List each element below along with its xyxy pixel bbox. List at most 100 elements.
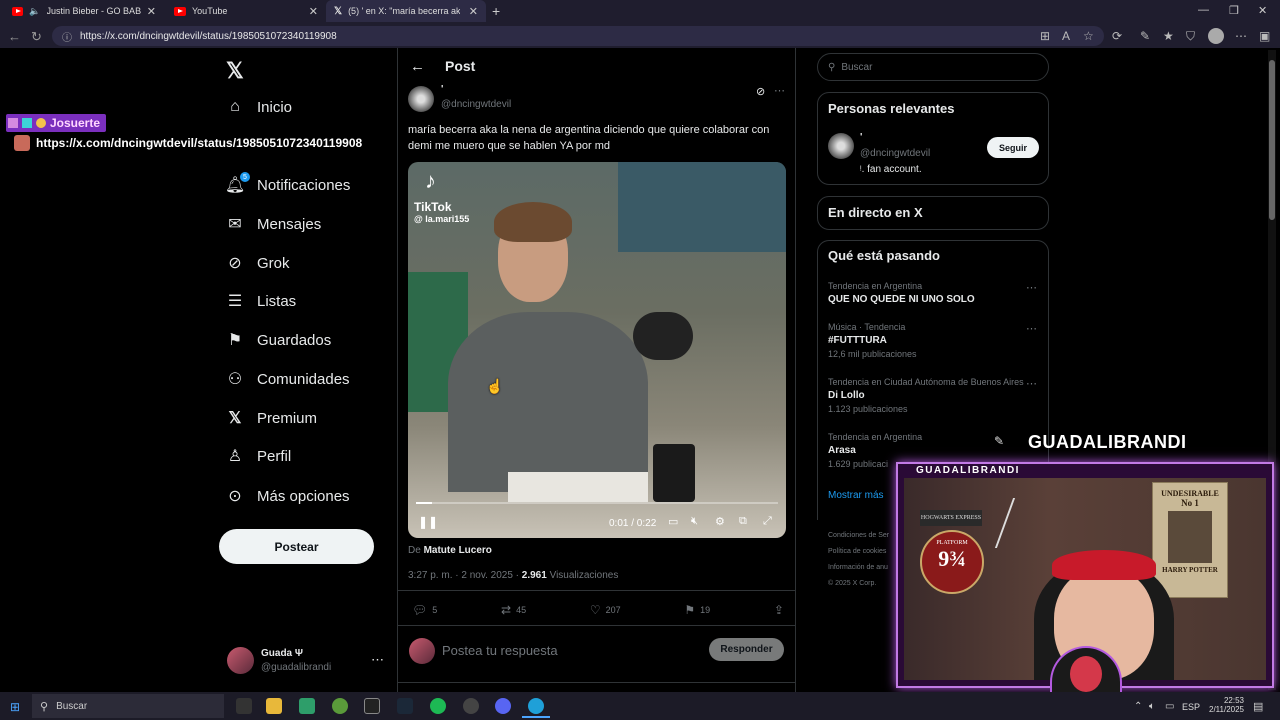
search-box[interactable]: ⚲ Buscar bbox=[817, 53, 1049, 81]
chevron-up-icon[interactable]: ⌃ bbox=[1134, 701, 1142, 712]
follow-button[interactable]: Seguir bbox=[987, 137, 1039, 158]
minimize-icon[interactable]: — bbox=[1198, 4, 1209, 16]
chat-avatar bbox=[14, 135, 30, 151]
author-name[interactable]: ' bbox=[441, 84, 443, 95]
new-tab-icon[interactable]: + bbox=[492, 3, 500, 19]
trend-item[interactable]: Música · Tendencia #FUTTTURA 12,6 mil pu… bbox=[828, 322, 1043, 359]
folder-icon[interactable] bbox=[266, 698, 282, 714]
refresh-icon[interactable]: ↻ bbox=[31, 29, 42, 45]
pip-icon[interactable]: ⧉ bbox=[739, 515, 747, 528]
scrollbar-thumb[interactable] bbox=[1269, 60, 1275, 220]
clock[interactable]: 22:53 2/11/2025 bbox=[1206, 696, 1244, 714]
address-bar[interactable]: ⓘ https://x.com/dncingwtdevil/status/198… bbox=[52, 26, 1104, 46]
edge-icon[interactable] bbox=[528, 698, 544, 714]
relevant-handle[interactable]: @dncingwtdevil bbox=[860, 148, 930, 159]
taskbar-search[interactable]: ⚲ Buscar bbox=[32, 694, 224, 718]
nav-mensajes[interactable]: ✉ Mensajes bbox=[226, 209, 321, 239]
notifications-icon[interactable]: ▤ bbox=[1253, 700, 1263, 713]
more-icon[interactable]: ⋯ bbox=[774, 84, 785, 97]
relevant-avatar[interactable] bbox=[828, 133, 854, 159]
tab-youtube-music[interactable]: 🔈 Justin Bieber - GO BABY (Au ✕ bbox=[4, 0, 164, 22]
trend-item[interactable]: Tendencia en Ciudad Autónoma de Buenos A… bbox=[828, 377, 1043, 414]
nav-premium[interactable]: 𝕏 Premium bbox=[226, 403, 317, 433]
speaker-icon[interactable]: 🔈︎ bbox=[1149, 701, 1155, 712]
x-logo-icon: 𝕏 bbox=[334, 5, 343, 17]
xbox-icon[interactable] bbox=[332, 698, 348, 714]
tab-x-post[interactable]: 𝕏 (5) ' en X: "maría becerra aka la n ✕ bbox=[326, 0, 486, 22]
share-action[interactable]: ⇪ bbox=[774, 603, 784, 617]
obs-icon[interactable] bbox=[463, 698, 479, 714]
shield-icon[interactable]: ⛉ bbox=[1186, 29, 1195, 44]
chat-badge: Josuerte bbox=[6, 114, 107, 132]
video-player[interactable]: ♪ TikTok @ la.mari155 ❚❚ 0:01 / 0:22 ▭ 🔇… bbox=[408, 162, 786, 538]
nav-notificaciones[interactable]: 🔔︎ 5 Notificaciones bbox=[225, 170, 350, 200]
more-icon[interactable]: ⋯ bbox=[1026, 281, 1037, 294]
extension-icon[interactable]: ⟳ bbox=[1112, 29, 1122, 43]
language-indicator[interactable]: ESP bbox=[1182, 702, 1200, 712]
more-icon[interactable]: ⋯ bbox=[1026, 377, 1037, 390]
read-aloud-icon[interactable]: A bbox=[1062, 29, 1070, 43]
favorite-icon[interactable]: ☆ bbox=[1083, 29, 1094, 43]
mute-icon[interactable]: 🔇︎ bbox=[691, 515, 698, 528]
streamer-name: GUADALIBRANDI bbox=[1028, 432, 1187, 452]
window-close-icon[interactable]: ✕ bbox=[1258, 4, 1267, 17]
post-button[interactable]: Postear bbox=[219, 529, 374, 564]
bookmark-action[interactable]: ⚑ 19 bbox=[684, 603, 710, 617]
like-action[interactable]: ♡ 207 bbox=[590, 603, 621, 617]
menu-icon[interactable]: ⋯ bbox=[1235, 29, 1247, 43]
close-icon[interactable]: ✕ bbox=[309, 5, 318, 18]
app-icon[interactable] bbox=[299, 698, 315, 714]
grok-icon[interactable]: ⊘ bbox=[756, 85, 765, 98]
reply-input[interactable]: Postea tu respuesta bbox=[442, 643, 558, 658]
pause-icon[interactable]: ❚❚ bbox=[418, 515, 438, 529]
author-handle[interactable]: @dncingwtdevil bbox=[441, 99, 511, 110]
settings-icon[interactable]: ⚙ bbox=[715, 515, 725, 528]
trend-item[interactable]: Tendencia en Argentina QUE NO QUEDE NI U… bbox=[828, 281, 1043, 305]
back-icon[interactable]: ← bbox=[8, 29, 21, 44]
captions-icon[interactable]: ▭ bbox=[668, 515, 678, 528]
favorites-icon[interactable]: ★ bbox=[1163, 29, 1174, 43]
nav-comunidades[interactable]: ⚇ Comunidades bbox=[226, 364, 350, 394]
relevant-name[interactable]: ' bbox=[860, 132, 862, 143]
epic-games-icon[interactable] bbox=[364, 698, 380, 714]
nav-listas[interactable]: ☰ Listas bbox=[226, 286, 296, 316]
author-avatar[interactable] bbox=[408, 86, 434, 112]
grok-icon: ⊘ bbox=[228, 255, 242, 272]
from-name[interactable]: Matute Lucero bbox=[424, 545, 492, 556]
reply-avatar bbox=[409, 638, 435, 664]
nav-perfil[interactable]: ♙ Perfil bbox=[226, 441, 291, 471]
x-logo-icon[interactable]: 𝕏 bbox=[226, 58, 244, 84]
tab-youtube[interactable]: YouTube ✕ bbox=[166, 0, 326, 22]
discord-icon[interactable] bbox=[495, 698, 511, 714]
spotify-icon[interactable] bbox=[430, 698, 446, 714]
video-person-hair bbox=[494, 202, 572, 242]
task-view-icon[interactable] bbox=[236, 698, 252, 714]
user-avatar[interactable] bbox=[227, 647, 254, 674]
close-icon[interactable]: ✕ bbox=[469, 5, 478, 18]
post-timestamp[interactable]: 3:27 p. m. · 2 nov. 2025 · bbox=[408, 570, 522, 581]
more-icon[interactable]: ⋯ bbox=[371, 652, 384, 668]
maximize-icon[interactable]: ❐ bbox=[1229, 4, 1239, 17]
sidebar-icon[interactable]: ▣ bbox=[1259, 29, 1270, 43]
speaker-icon: 🔈 bbox=[29, 5, 41, 16]
browser-chrome: 🔈 Justin Bieber - GO BABY (Au ✕ YouTube … bbox=[0, 0, 1280, 48]
back-arrow-icon[interactable]: ← bbox=[410, 58, 425, 75]
app-icon[interactable]: ⊞ bbox=[1040, 29, 1050, 43]
nav-mas-opciones[interactable]: ⊙ Más opciones bbox=[226, 481, 349, 511]
nav-inicio[interactable]: ⌂ Inicio bbox=[226, 92, 292, 122]
steam-icon[interactable] bbox=[397, 698, 413, 714]
repost-action[interactable]: ⇄ 45 bbox=[501, 603, 526, 617]
fullscreen-icon[interactable]: ⤢ bbox=[763, 515, 772, 528]
extension-icon[interactable]: ✎ bbox=[1140, 29, 1150, 43]
close-icon[interactable]: ✕ bbox=[147, 5, 156, 18]
nav-guardados[interactable]: ⚑ Guardados bbox=[226, 325, 331, 355]
windows-start-icon[interactable]: ⊞ bbox=[10, 700, 20, 714]
network-icon[interactable]: ▭ bbox=[1165, 701, 1174, 712]
reply-button[interactable]: Responder bbox=[709, 638, 784, 661]
more-icon[interactable]: ⋯ bbox=[1026, 322, 1037, 335]
profile-avatar[interactable] bbox=[1208, 28, 1224, 44]
nav-grok[interactable]: ⊘ Grok bbox=[226, 248, 289, 278]
reply-action[interactable]: 💬︎ 5 bbox=[412, 603, 437, 617]
show-more-link[interactable]: Mostrar más bbox=[828, 490, 884, 501]
progress-track[interactable] bbox=[416, 502, 778, 504]
